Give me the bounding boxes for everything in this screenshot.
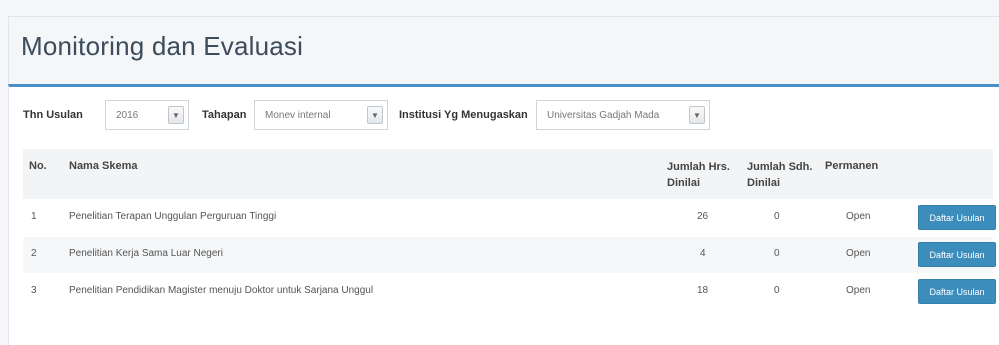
- tahapan-select-value: Monev internal: [265, 109, 331, 121]
- tahun-select[interactable]: 2016 ▼: [105, 100, 189, 130]
- institusi-label: Institusi Yg Menugaskan: [399, 109, 528, 121]
- cell-sudah: 0: [774, 211, 780, 222]
- table-row: 2 Penelitian Kerja Sama Luar Negeri 4 0 …: [23, 237, 996, 273]
- cell-permanen: Open: [846, 248, 871, 259]
- cell-no: 3: [31, 285, 37, 296]
- tahun-label: Thn Usulan: [23, 109, 83, 121]
- table-row: 1 Penelitian Terapan Unggulan Perguruan …: [23, 200, 996, 236]
- col-jumlah-sudah-dinilai: Jumlah Sdh. Dinilai: [747, 159, 812, 191]
- cell-jumlah: 18: [697, 285, 709, 296]
- cell-jumlah: 26: [697, 211, 709, 222]
- tahapan-label: Tahapan: [202, 109, 247, 121]
- chevron-down-icon[interactable]: ▼: [367, 106, 383, 124]
- col-no: No.: [29, 160, 47, 172]
- col-jumlah-harus-dinilai: Jumlah Hrs. Dinilai: [667, 159, 730, 191]
- institusi-select-value: Universitas Gadjah Mada: [547, 109, 660, 121]
- cell-sudah: 0: [774, 248, 780, 259]
- chevron-down-icon[interactable]: ▼: [168, 106, 184, 124]
- tahun-select-value: 2016: [116, 109, 139, 121]
- cell-nama-skema: Penelitian Kerja Sama Luar Negeri: [69, 248, 223, 259]
- col-permanen: Permanen: [825, 160, 879, 172]
- daftar-usulan-button[interactable]: Daftar Usulan: [918, 242, 996, 267]
- filter-bar: Thn Usulan 2016 ▼ Tahapan Monev internal…: [9, 87, 999, 143]
- daftar-usulan-button[interactable]: Daftar Usulan: [918, 279, 996, 304]
- col-sudah-line1: Jumlah Sdh.: [747, 161, 813, 173]
- cell-nama-skema: Penelitian Terapan Unggulan Perguruan Ti…: [69, 211, 277, 222]
- chevron-down-icon[interactable]: ▼: [689, 106, 705, 124]
- table-header: No. Nama Skema Jumlah Hrs. Dinilai Jumla…: [23, 149, 993, 199]
- monev-panel: Thn Usulan 2016 ▼ Tahapan Monev internal…: [8, 84, 999, 345]
- page-header: Monitoring dan Evaluasi: [8, 16, 999, 84]
- tahapan-select[interactable]: Monev internal ▼: [254, 100, 388, 130]
- institusi-select[interactable]: Universitas Gadjah Mada ▼: [536, 100, 710, 130]
- cell-no: 2: [31, 248, 37, 259]
- cell-nama-skema: Penelitian Pendidikan Magister menuju Do…: [69, 285, 374, 296]
- table-row: 3 Penelitian Pendidikan Magister menuju …: [23, 274, 996, 310]
- cell-permanen: Open: [846, 285, 871, 296]
- cell-no: 1: [31, 211, 37, 222]
- col-sudah-line2: Dinilai: [747, 177, 781, 189]
- cell-sudah: 0: [774, 285, 780, 296]
- cell-permanen: Open: [846, 211, 871, 222]
- col-nama-skema: Nama Skema: [69, 160, 138, 172]
- daftar-usulan-button[interactable]: Daftar Usulan: [918, 205, 996, 230]
- cell-jumlah: 4: [700, 248, 706, 259]
- col-jumlah-line2: Dinilai: [667, 177, 701, 189]
- col-jumlah-line1: Jumlah Hrs.: [667, 161, 730, 173]
- page-title: Monitoring dan Evaluasi: [21, 31, 304, 61]
